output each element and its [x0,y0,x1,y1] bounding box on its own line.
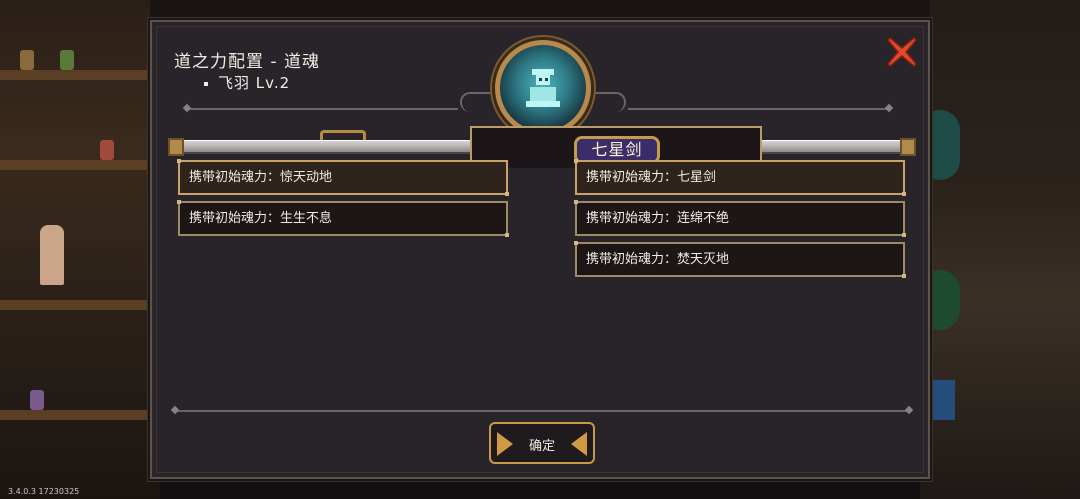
bar-cap-right [900,138,916,156]
right-list-item[interactable]: 携带初始魂力：焚天灭地 [574,241,906,278]
right-list-item[interactable]: 携带初始魂力：七星剑 [574,159,906,196]
bar-handle [320,130,366,140]
close-icon[interactable] [885,35,919,69]
right-list-item[interactable]: 携带初始魂力：连绵不绝 [574,200,906,237]
arrow-left-icon [571,432,587,456]
divider-bottom [176,410,908,412]
version-label: 3.4.0.3 17230325 [8,487,80,496]
config-dialog: 道之力配置 - 道魂 飞羽 Lv.2 七星剑 携带初始魂力：惊天动地 携带初始魂… [150,20,930,479]
divider-left [188,108,458,110]
divider-right [628,108,888,110]
left-list-item[interactable]: 携带初始魂力：惊天动地 [177,159,509,196]
confirm-button[interactable]: 确定 [489,422,595,464]
dialog-title: 道之力配置 - 道魂 [174,52,320,72]
npc-figure [40,225,64,285]
background-right-scene [920,0,1080,499]
dialog-subtitle: 飞羽 Lv.2 [204,72,290,93]
background-left-scene [0,0,160,499]
subtitle-text: 飞羽 Lv.2 [218,74,291,92]
soul-emblem-icon [495,40,591,136]
left-list-item[interactable]: 携带初始魂力：生生不息 [177,200,509,237]
bar-cap-left [168,138,184,156]
